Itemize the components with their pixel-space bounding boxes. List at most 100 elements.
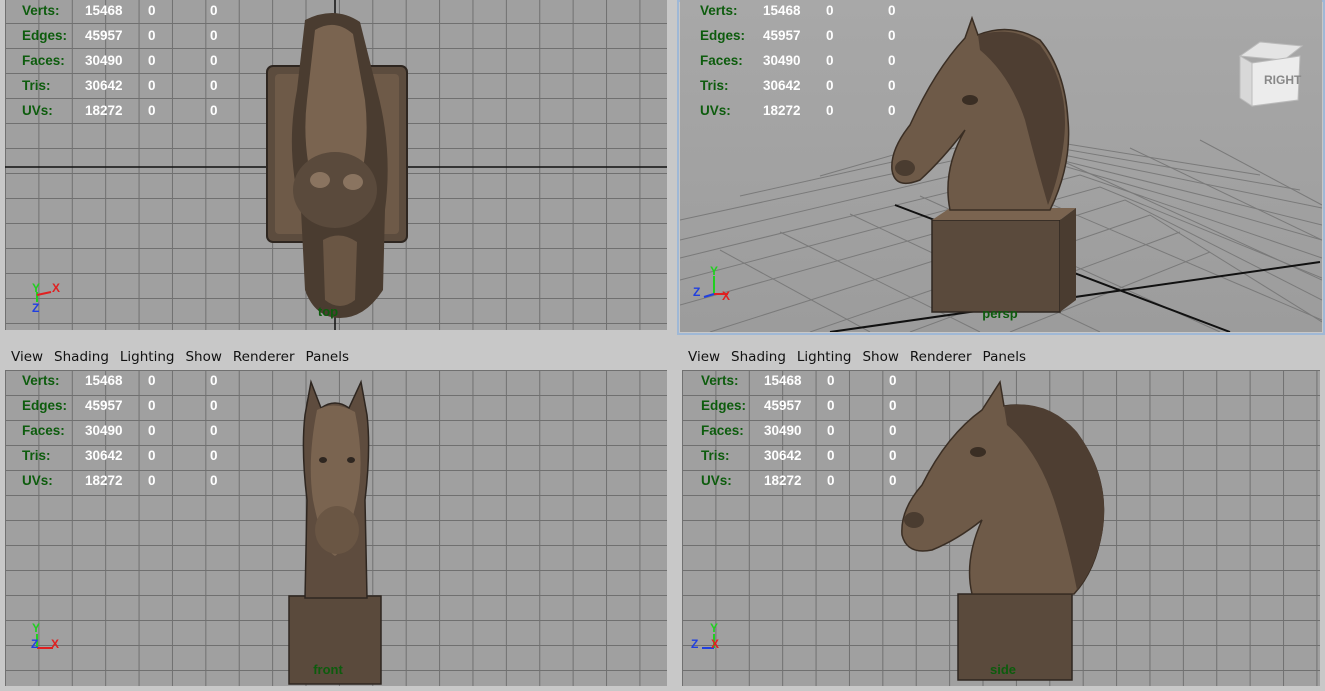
hud-stat-value: 0 [148, 373, 156, 388]
camera-label-front: front [313, 662, 343, 677]
hud-stat-value: 0 [148, 28, 156, 43]
hud-stat-value: 0 [889, 423, 897, 438]
hud-stat-label: UVs: [700, 103, 731, 118]
hud-stat-label: Edges: [700, 28, 746, 43]
hud-stat-label: Faces: [700, 53, 743, 68]
hud-stat-value: 18272 [85, 473, 123, 488]
axis-x-label: X [52, 281, 60, 295]
hud-stat-value: 30642 [85, 78, 123, 93]
hud-stat-value: 30642 [763, 78, 801, 93]
viewport-front-canvas[interactable]: Verts: 15468 0 0 Edges: 45957 0 0 Faces: 30490 0 0 T… [5, 370, 667, 686]
hud-stat-label: Faces: [22, 423, 65, 438]
menu-lighting[interactable]: Lighting [120, 349, 175, 365]
hud-stat-value: 0 [826, 103, 834, 118]
axis-z-label: Z [691, 637, 698, 651]
hud-stat-value: 0 [210, 398, 218, 413]
axis-y-label: Y [32, 621, 40, 635]
menu-renderer[interactable]: Renderer [233, 349, 295, 365]
viewport-side-canvas[interactable]: Verts: 15468 0 0 Edges: 45957 0 0 Faces: 30490 0 0 T… [682, 370, 1320, 686]
hud-stat-value: 0 [148, 103, 156, 118]
hud-stat-value: 0 [888, 28, 896, 43]
menu-view[interactable]: View [11, 349, 43, 365]
axis-x-label: X [722, 289, 730, 303]
hud-stat-value: 0 [826, 3, 834, 18]
hud-stat-value: 0 [148, 448, 156, 463]
hud-stat-value: 15468 [764, 373, 802, 388]
horse-bust-side-view [901, 379, 1105, 681]
hud-stat-value: 18272 [85, 103, 123, 118]
camera-label-side: side [989, 662, 1017, 677]
axis-z-label: Z [31, 637, 38, 651]
axis-z-label: Z [32, 301, 39, 315]
viewport-front[interactable]: View Shading Lighting Show Renderer Panels Ve… [0, 346, 672, 691]
hud-stat-value: 0 [889, 448, 897, 463]
axis-y-label: Y [710, 621, 718, 635]
axis-y-label: Y [32, 281, 40, 295]
axis-gizmo-persp: Y Z X [693, 264, 730, 303]
hud-stat-value: 0 [210, 473, 218, 488]
hud-stat-value: 30490 [85, 53, 123, 68]
hud-stat-value: 0 [888, 53, 896, 68]
view-cube[interactable]: RIGHT [1232, 38, 1304, 115]
hud-stat-value: 45957 [763, 28, 801, 43]
hud-stat-value: 0 [210, 78, 218, 93]
menu-shading[interactable]: Shading [54, 349, 109, 365]
menu-shading[interactable]: Shading [731, 349, 786, 365]
hud-stat-label: UVs: [22, 103, 53, 118]
hud-stat-label: Tris: [22, 448, 51, 463]
viewport-menubar-side: View Shading Lighting Show Renderer Panels [677, 346, 1325, 368]
hud-stat-value: 0 [827, 448, 835, 463]
hud-stat-label: Faces: [701, 423, 744, 438]
viewport-top-canvas[interactable]: Verts: 15468 0 0 Edges: 45957 0 0 Faces: 30490 0 0 T… [5, 0, 667, 330]
hud-stat-value: 0 [888, 3, 896, 18]
hud-stat-value: 0 [210, 423, 218, 438]
hud-stat-value: 0 [827, 373, 835, 388]
menu-panels[interactable]: Panels [983, 349, 1026, 365]
viewport-menubar-front: View Shading Lighting Show Renderer Panels [0, 346, 672, 368]
menu-renderer[interactable]: Renderer [910, 349, 972, 365]
hud-stat-value: 18272 [764, 473, 802, 488]
viewport-persp[interactable]: Verts: 15468 0 0 Edges: 45957 0 0 Faces: 30490 0 0 T… [677, 0, 1325, 335]
hud-stat-label: Tris: [22, 78, 51, 93]
menu-lighting[interactable]: Lighting [797, 349, 852, 365]
hud-stat-value: 30490 [85, 423, 123, 438]
hud-stat-value: 0 [210, 103, 218, 118]
hud-stat-label: Verts: [701, 373, 739, 388]
hud-stat-label: Verts: [700, 3, 738, 18]
hud-stat-value: 0 [827, 398, 835, 413]
viewport-side[interactable]: View Shading Lighting Show Renderer Panels Ve… [677, 346, 1325, 691]
hud-stat-value: 15468 [763, 3, 801, 18]
hud-stat-value: 0 [888, 103, 896, 118]
hud-stat-value: 0 [148, 78, 156, 93]
hud-stat-value: 45957 [764, 398, 802, 413]
hud-stat-value: 0 [826, 53, 834, 68]
menu-show[interactable]: Show [862, 349, 898, 365]
hud-stat-value: 0 [826, 78, 834, 93]
hud-stat-value: 0 [889, 373, 897, 388]
axis-x-label: X [51, 637, 59, 651]
hud-stat-value: 0 [148, 398, 156, 413]
hud-stat-label: Tris: [700, 78, 729, 93]
axis-z-label: Z [693, 285, 700, 299]
hud-stat-value: 0 [826, 28, 834, 43]
menu-show[interactable]: Show [185, 349, 221, 365]
viewport-persp-canvas[interactable]: Verts: 15468 0 0 Edges: 45957 0 0 Faces: 30490 0 0 T… [680, 0, 1322, 332]
hud-stat-value: 0 [827, 423, 835, 438]
hud-stat-value: 30642 [764, 448, 802, 463]
hud-stat-value: 0 [148, 53, 156, 68]
menu-panels[interactable]: Panels [306, 349, 349, 365]
hud-stat-value: 0 [888, 78, 896, 93]
axis-gizmo-front: Y Z X [31, 621, 59, 651]
hud-stat-value: 0 [889, 473, 897, 488]
viewport-top[interactable]: Verts: 15468 0 0 Edges: 45957 0 0 Faces: 30490 0 0 T… [0, 0, 672, 335]
hud-stat-label: Tris: [701, 448, 730, 463]
camera-label-top: top [317, 304, 339, 319]
hud-stat-value: 0 [148, 473, 156, 488]
view-cube-label: RIGHT [1264, 73, 1302, 87]
hud-stat-value: 0 [210, 373, 218, 388]
hud-stat-value: 15468 [85, 3, 123, 18]
hud-stat-label: Verts: [22, 3, 60, 18]
menu-view[interactable]: View [688, 349, 720, 365]
hud-stat-value: 18272 [763, 103, 801, 118]
hud-stat-value: 0 [148, 423, 156, 438]
